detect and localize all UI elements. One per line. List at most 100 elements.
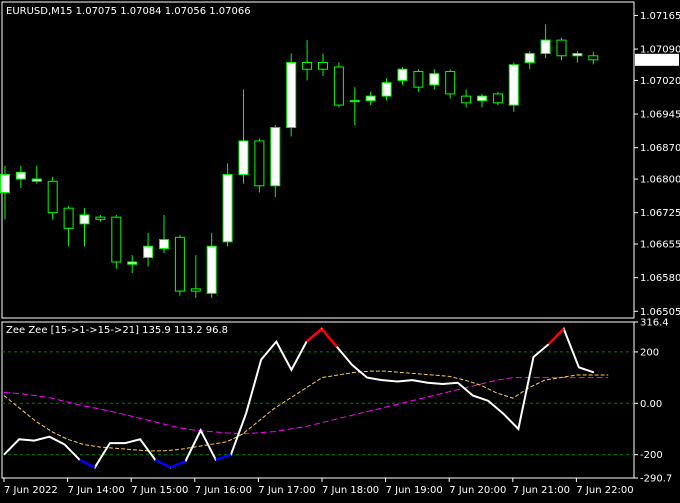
indicator-lines-group [3, 326, 609, 469]
candle[interactable] [238, 89, 249, 184]
peak-segment [305, 327, 323, 343]
trough-segment [154, 458, 171, 469]
candle-body [47, 180, 58, 214]
candle-body [333, 66, 344, 106]
candle-body [190, 288, 201, 292]
candle-body [31, 178, 42, 182]
candle[interactable] [524, 51, 535, 70]
candle-body [540, 39, 551, 55]
indicator-tick-label: -290.7 [640, 474, 672, 485]
candle[interactable] [270, 125, 281, 197]
candle[interactable] [413, 69, 424, 92]
candle-body [270, 127, 281, 187]
time-tick-label: 7 Jun 15:00 [131, 485, 188, 496]
candle-body [286, 62, 297, 129]
price-tick-label: 1.06945 [640, 110, 680, 121]
candle[interactable] [190, 255, 201, 298]
candle-body [127, 261, 138, 265]
candle[interactable] [429, 69, 440, 90]
trading-chart-window[interactable]: 1.07165 1.07090 1.07020 1.06945 1.06870 1.068… [0, 0, 680, 500]
symbol-title: EURUSD,M15 1.07075 1.07084 1.07056 1.070… [6, 6, 251, 17]
candle[interactable] [47, 176, 58, 220]
price-tick-label: 1.06655 [640, 240, 680, 251]
indicator-tick-label: 0.00 [640, 399, 662, 410]
candle[interactable] [111, 214, 122, 269]
candle[interactable] [477, 93, 487, 108]
candle-body [206, 245, 217, 294]
peak-segment [547, 327, 565, 346]
time-tick-label: 7 Jun 18:00 [322, 485, 379, 496]
candle-body [524, 53, 535, 64]
candle-body [572, 53, 583, 57]
candle[interactable] [159, 214, 169, 254]
candle[interactable] [222, 163, 233, 247]
candle[interactable] [143, 232, 154, 267]
candle[interactable] [588, 51, 599, 65]
candle-body [397, 68, 408, 81]
candle[interactable] [254, 138, 265, 193]
candle[interactable] [95, 214, 106, 222]
candle[interactable] [540, 24, 551, 59]
candle[interactable] [508, 62, 519, 112]
chart-canvas[interactable]: 1.071651.070901.070201.069451.068701.068… [0, 0, 680, 500]
candle-body [477, 95, 487, 102]
candle-body [556, 39, 567, 57]
trough-segment [169, 459, 187, 469]
fast-line [3, 370, 609, 452]
indicator-panel-frame [1, 321, 635, 479]
time-tick-label: 7 Jun 22:00 [576, 485, 633, 496]
candle-body [588, 55, 599, 61]
indicator-tick-label: 316.4 [640, 318, 669, 329]
candle-body [159, 239, 169, 250]
current-price-label: 1.07066 [638, 55, 679, 66]
candle[interactable] [63, 205, 74, 247]
price-tick-label: 1.07165 [640, 11, 680, 22]
candle[interactable] [15, 165, 26, 189]
peak-segment [320, 327, 338, 348]
candle-body [302, 62, 313, 70]
price-tick-label: 1.07020 [640, 76, 680, 87]
candle-body [79, 214, 90, 225]
candle-body [508, 64, 519, 106]
main-line [3, 326, 595, 469]
candle[interactable] [174, 235, 185, 296]
candle-body [254, 140, 265, 187]
candle[interactable] [572, 51, 583, 63]
candle[interactable] [492, 91, 503, 106]
trough-segment [79, 458, 96, 469]
candle[interactable] [333, 62, 344, 108]
candle[interactable] [445, 69, 456, 99]
price-tick-label: 1.06505 [640, 307, 680, 318]
candle-body [238, 140, 249, 176]
candle[interactable] [286, 53, 297, 137]
candle[interactable] [31, 165, 42, 184]
candle-body [15, 171, 26, 180]
price-tick-label: 1.06725 [640, 208, 680, 219]
time-tick-label: 7 Jun 20:00 [449, 485, 506, 496]
candle[interactable] [349, 87, 360, 126]
candle-body [222, 174, 233, 243]
indicator-tick-label: 200 [640, 347, 659, 358]
candle[interactable] [302, 40, 313, 81]
time-tick-label: 7 Jun 19:00 [386, 485, 443, 496]
time-tick-label: 7 Jun 21:00 [513, 485, 570, 496]
candle-body [349, 100, 360, 103]
candle[interactable] [318, 53, 328, 76]
candle-body [429, 73, 440, 86]
candle[interactable] [397, 66, 408, 85]
indicator-tick-label: -200 [640, 450, 663, 461]
price-tick-label: 1.06580 [640, 273, 680, 284]
candle[interactable] [461, 89, 472, 108]
candle[interactable] [365, 91, 376, 106]
candle[interactable] [79, 208, 90, 247]
candle[interactable] [206, 232, 217, 298]
candle[interactable] [556, 37, 567, 61]
candle[interactable] [127, 255, 138, 274]
candle[interactable] [381, 78, 392, 101]
time-tick-label: 7 Jun 14:00 [68, 485, 125, 496]
candle-body [174, 236, 185, 292]
candle-body [413, 70, 424, 88]
candle-body [318, 62, 328, 70]
price-tick-label: 1.06800 [640, 175, 680, 186]
candle-body [381, 82, 392, 97]
